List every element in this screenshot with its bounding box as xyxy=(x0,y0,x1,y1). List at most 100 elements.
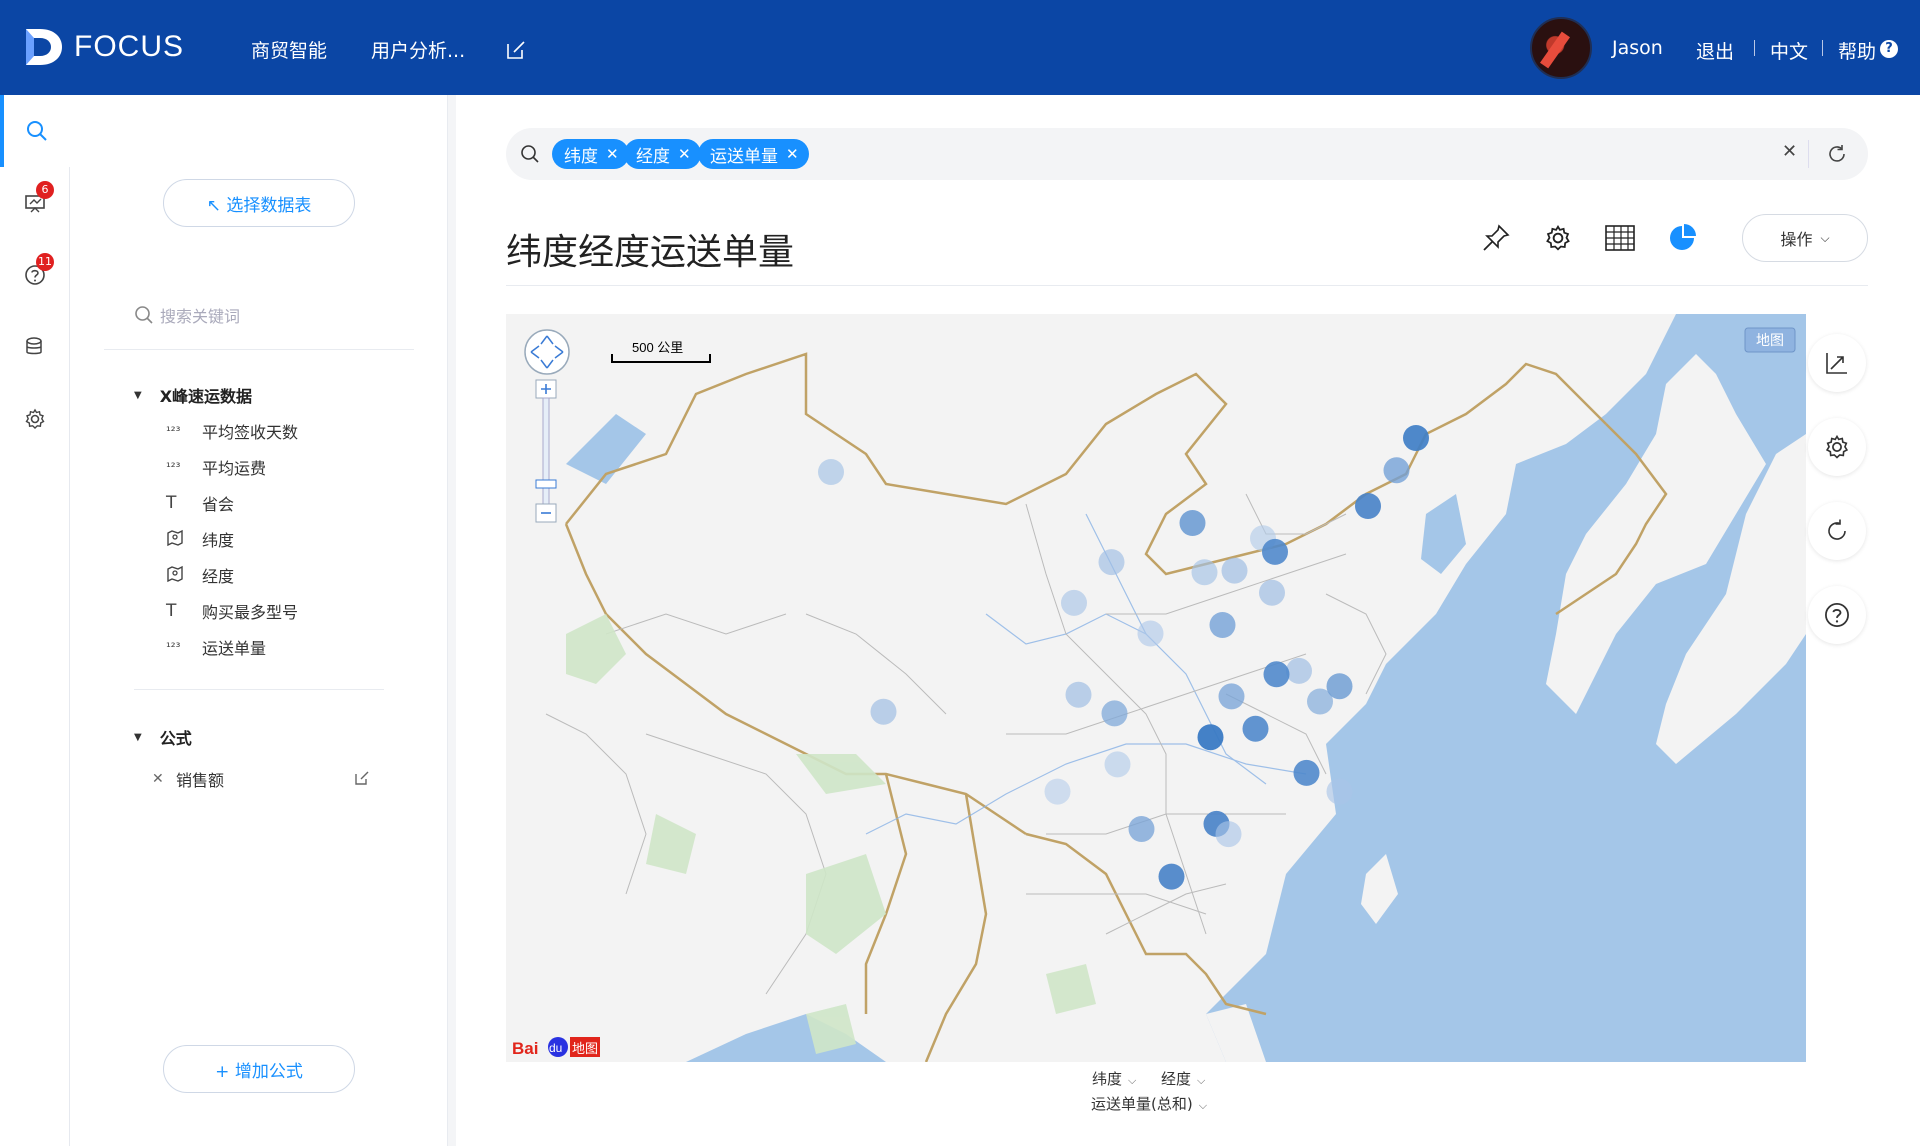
longitude-axis-label: 经度 xyxy=(1161,1070,1192,1088)
axis-button[interactable] xyxy=(1808,334,1866,392)
chart-settings-button[interactable] xyxy=(1540,220,1576,256)
map-point[interactable] xyxy=(1326,778,1353,805)
map-point[interactable] xyxy=(1215,821,1242,848)
nav-data[interactable] xyxy=(0,311,70,383)
close-icon[interactable]: ✕ xyxy=(152,771,176,787)
add-formula-button[interactable]: + 增加公式 xyxy=(163,1045,355,1093)
nav-boards[interactable]: 6 xyxy=(0,167,70,239)
notification-badge: 11 xyxy=(36,253,54,271)
formula-node[interactable]: ▼ 公式 xyxy=(134,725,192,749)
query-tag[interactable]: 纬度 ✕ xyxy=(552,139,629,169)
search-bar[interactable]: 纬度 ✕ 经度 ✕ 运送单量 ✕ ✕ xyxy=(506,128,1868,180)
pin-button[interactable] xyxy=(1478,220,1514,256)
help-link[interactable]: 帮助 xyxy=(1838,37,1876,64)
map-point[interactable] xyxy=(1355,493,1381,519)
divider xyxy=(1822,40,1823,56)
logout-link[interactable]: 退出 xyxy=(1696,37,1734,64)
nav-settings[interactable] xyxy=(0,383,70,455)
divider xyxy=(1808,140,1809,168)
reload-button[interactable] xyxy=(1808,502,1866,560)
map-settings-button[interactable] xyxy=(1808,418,1866,476)
map-point[interactable] xyxy=(1242,715,1269,742)
nav-business-intel[interactable]: 商贸智能 xyxy=(251,36,327,63)
map-point[interactable] xyxy=(1263,661,1290,688)
nav-questions[interactable]: 11 xyxy=(0,239,70,311)
close-icon[interactable]: ✕ xyxy=(606,145,619,163)
map-point[interactable] xyxy=(1179,510,1206,536)
map-point[interactable] xyxy=(1158,863,1185,890)
avatar[interactable] xyxy=(1530,17,1592,79)
language-switch[interactable]: 中文 xyxy=(1770,37,1808,64)
map-point[interactable] xyxy=(1403,425,1429,451)
map-point[interactable] xyxy=(1065,681,1092,708)
map-point[interactable] xyxy=(1098,549,1125,576)
operate-dropdown[interactable]: 操作 ⌵ xyxy=(1742,214,1868,262)
refresh-icon[interactable] xyxy=(1826,143,1848,165)
clear-icon[interactable]: ✕ xyxy=(1782,141,1797,162)
map-point[interactable] xyxy=(1259,579,1285,606)
field-item[interactable]: T 购买最多型号 xyxy=(166,599,298,623)
map-point[interactable] xyxy=(1293,759,1320,786)
field-item[interactable]: 纬度 xyxy=(166,527,234,551)
zoom-slider[interactable] xyxy=(542,397,550,511)
nav-user-analysis[interactable]: 用户分析... xyxy=(371,36,465,63)
close-icon[interactable]: ✕ xyxy=(678,145,691,163)
value-axis-select[interactable]: 运送单量(总和) ⌵ xyxy=(1091,1093,1207,1114)
formula-item[interactable]: ✕ 销售额 xyxy=(152,767,224,791)
map-point[interactable] xyxy=(1326,673,1353,700)
map-chart[interactable]: 500 公里 地图 Bai du 地图 xyxy=(506,314,1806,1062)
field-item[interactable]: 经度 xyxy=(166,563,234,587)
value-axis-label: 运送单量(总和) xyxy=(1091,1095,1193,1113)
chart-view-button[interactable] xyxy=(1664,220,1700,256)
zoom-slider-handle[interactable] xyxy=(535,479,557,489)
search-icon xyxy=(135,306,153,324)
keyword-search[interactable]: 搜索关键词 xyxy=(134,300,374,330)
latitude-axis-select[interactable]: 纬度 ⌵ xyxy=(1092,1068,1136,1089)
select-table-button[interactable]: ↖ 选择数据表 xyxy=(163,179,355,227)
text-icon: T xyxy=(166,493,177,513)
map-point[interactable] xyxy=(1221,557,1248,584)
edit-icon[interactable] xyxy=(353,769,371,787)
query-tag[interactable]: 运送单量 ✕ xyxy=(698,139,809,169)
help-icon[interactable]: ? xyxy=(1880,40,1898,58)
map-point[interactable] xyxy=(1191,559,1218,586)
edit-icon[interactable] xyxy=(504,38,528,62)
field-item[interactable]: ¹²³ 平均签收天数 xyxy=(166,419,298,443)
map-point[interactable] xyxy=(1218,683,1245,710)
map-canvas[interactable]: 500 公里 地图 Bai du 地图 xyxy=(506,314,1806,1062)
map-point[interactable] xyxy=(1101,700,1128,727)
map-point[interactable] xyxy=(870,698,897,725)
map-point[interactable] xyxy=(1104,751,1131,778)
number-icon: ¹²³ xyxy=(166,460,181,474)
field-label: 平均签收天数 xyxy=(202,423,299,442)
field-item[interactable]: ¹²³ 运送单量 xyxy=(166,635,266,659)
map-point[interactable] xyxy=(1209,612,1236,638)
map-type-badge[interactable]: 地图 xyxy=(1744,327,1796,353)
map-point[interactable] xyxy=(1262,538,1288,565)
pin-icon xyxy=(1483,224,1510,251)
map-point[interactable] xyxy=(1286,657,1312,684)
close-icon[interactable]: ✕ xyxy=(786,145,799,163)
field-item[interactable]: ¹²³ 平均运费 xyxy=(166,455,266,479)
chevron-down-icon: ⌵ xyxy=(1197,1074,1206,1087)
map-point[interactable] xyxy=(1197,724,1224,751)
table-view-button[interactable] xyxy=(1602,220,1638,256)
field-item[interactable]: T 省会 xyxy=(166,491,234,515)
source-node[interactable]: ▼ X峰速运数据 xyxy=(134,383,252,407)
search-placeholder: 搜索关键词 xyxy=(160,307,241,326)
map-point[interactable] xyxy=(1044,778,1071,805)
chart-help-button[interactable] xyxy=(1808,586,1866,644)
longitude-axis-select[interactable]: 经度 ⌵ xyxy=(1161,1068,1205,1089)
nav-search[interactable] xyxy=(0,95,70,167)
svg-text:地图: 地图 xyxy=(572,1042,598,1057)
query-tag[interactable]: 经度 ✕ xyxy=(624,139,701,169)
map-point[interactable] xyxy=(818,459,844,485)
map-point[interactable] xyxy=(1137,620,1164,647)
user-name[interactable]: Jason xyxy=(1612,37,1663,59)
map-point[interactable] xyxy=(1383,457,1410,484)
app-logo[interactable]: FOCUS xyxy=(22,25,184,69)
question-icon xyxy=(1825,603,1849,627)
field-label: 运送单量 xyxy=(202,639,267,658)
map-point[interactable] xyxy=(1061,589,1087,616)
map-point[interactable] xyxy=(1128,816,1155,842)
